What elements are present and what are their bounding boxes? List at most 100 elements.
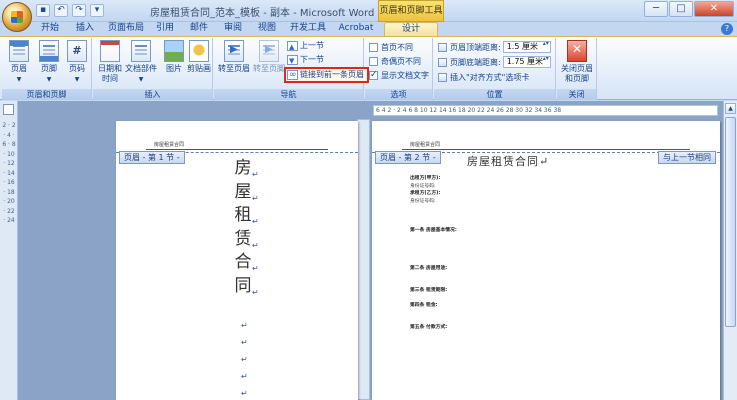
vertical-ruler: 2 · 2 · 4 · 6 · 8 · 10 · 12 · 14 · 16 · … [0, 101, 18, 400]
close-header-footer-button[interactable]: 关闭页眉和页脚 [560, 40, 594, 88]
ribbon-tabs: 开始 插入 页面布局 引用 邮件 审阅 视图 开发工具 Acrobat 设计 ? [0, 22, 737, 36]
vertical-scrollbar[interactable]: ▲ [723, 101, 737, 400]
header-icon [9, 40, 29, 62]
goto-footer-label: 转至页脚 [253, 64, 285, 73]
scroll-thumb[interactable] [725, 117, 736, 327]
footer-button-label: 页脚 [41, 64, 57, 73]
minimize-button[interactable]: ─ [644, 1, 668, 17]
horizontal-ruler[interactable]: 6 4 2 · 2 4 6 8 10 12 14 16 18 20 22 24 … [373, 105, 718, 116]
tab-acrobat[interactable]: Acrobat [336, 22, 376, 36]
body-line: 第三条 租赁期限: [410, 287, 448, 293]
clip-art-label: 剪贴画 [187, 64, 211, 73]
header-button-label: 页眉 [11, 64, 27, 73]
body-line: 第二条 房屋用途: [410, 265, 448, 271]
tab-developer[interactable]: 开发工具 [288, 22, 328, 36]
goto-footer-button[interactable]: 转至页脚 [252, 40, 286, 88]
link-to-previous-button[interactable]: 链接到前一条页眉 [284, 67, 369, 83]
title-char: 同 ↵ [234, 275, 259, 297]
footer-button[interactable]: 页脚 ▼ [34, 40, 64, 88]
page2-header-rule [402, 149, 690, 150]
checkbox-checked-icon [369, 69, 378, 82]
help-icon[interactable]: ? [721, 23, 733, 35]
page1-header-text[interactable]: 房屋租赁合同 [154, 141, 184, 148]
title-bar: ▪ ↶ ↷ ▾ 房屋租赁合同_范本_模板 - 副本 - Microsoft Wo… [0, 0, 737, 32]
group-position: 页眉顶端距离:1.5 厘米 页脚底端距离:1.75 厘米 插入"对齐方式"选项卡… [434, 38, 556, 100]
page-number-button[interactable]: # 页码 ▼ [62, 40, 92, 88]
page-number-icon: # [67, 40, 87, 62]
date-time-label-2: 时间 [102, 74, 118, 83]
qat-customize-icon[interactable]: ▾ [90, 4, 104, 17]
group-label-insert: 插入 [93, 89, 212, 100]
footer-bottom-input[interactable]: 1.75 厘米 [502, 56, 551, 68]
page1-header-section-tag: 页眉 - 第 1 节 - [119, 151, 185, 164]
office-button[interactable] [2, 2, 32, 32]
previous-icon [287, 41, 298, 53]
tab-insert[interactable]: 插入 [72, 22, 98, 36]
group-options: 首页不同 奇偶页不同 显示文档文字 选项 [365, 38, 433, 100]
quick-parts-label: 文档部件 [125, 64, 157, 73]
page1-empty-paragraphs: ↵ ↵ ↵ ↵ ↵ [241, 321, 248, 398]
page1-vertical-title[interactable]: 房 ↵ 屋 ↵ 租 ↵ 赁 ↵ 合 ↵ 同 ↵ [234, 157, 259, 298]
header-button[interactable]: 页眉 ▼ [4, 40, 34, 88]
footer-bottom-distance: 页脚底端距离: 1.75 厘米 [437, 56, 551, 69]
quick-parts-button[interactable]: 文档部件 ▼ [124, 40, 158, 88]
previous-section-button[interactable]: 上一节 [286, 40, 324, 53]
clip-art-button[interactable]: 剪贴画 [184, 40, 214, 88]
checkbox-icon [369, 43, 378, 52]
header-position-icon [438, 43, 447, 52]
tab-review[interactable]: 审阅 [220, 22, 246, 36]
body-line: 身份证号码: [410, 183, 436, 189]
different-odd-even-checkbox[interactable]: 奇偶页不同 [368, 55, 421, 68]
ruler-tab-selector[interactable] [3, 104, 14, 115]
window-title: 房屋租赁合同_范本_模板 - 副本 - Microsoft Word [150, 8, 375, 19]
page2-body-text[interactable]: 出租方(甲方): 身份证号码: 承租方(乙方): 身份证号码: 第一条 房屋基本… [410, 175, 590, 331]
close-icon [567, 40, 587, 62]
insert-align-tab-button[interactable]: 插入"对齐方式"选项卡 [437, 71, 529, 84]
vertical-ruler-numbers: 2 · 2 · 4 · 6 · 8 · 10 · 12 · 14 · 16 · … [2, 122, 16, 224]
scroll-up-arrow-icon[interactable]: ▲ [725, 103, 736, 114]
undo-icon[interactable]: ↶ [54, 4, 68, 17]
footer-icon [39, 40, 59, 62]
date-time-label-1: 日期和 [98, 64, 122, 73]
page2-header-text[interactable]: 房屋租赁合同 [410, 141, 440, 148]
tab-home[interactable]: 开始 [35, 22, 65, 36]
group-label-navigation: 导航 [214, 89, 363, 100]
goto-header-label: 转至页眉 [218, 64, 250, 73]
window-controls: ─ □ ✕ [644, 1, 734, 17]
tab-view[interactable]: 视图 [254, 22, 280, 36]
document-area: 2 · 2 · 4 · 6 · 8 · 10 · 12 · 14 · 16 · … [0, 101, 737, 400]
next-section-button[interactable]: 下一节 [286, 54, 324, 67]
vertical-ruler-page2 [357, 119, 370, 400]
title-char: 合 ↵ [234, 252, 259, 273]
body-line: 身份证号码: [410, 198, 436, 204]
tab-page-layout[interactable]: 页面布局 [106, 22, 146, 36]
group-close: 关闭页眉和页脚 关闭 [557, 38, 597, 100]
goto-header-button[interactable]: 转至页眉 [217, 40, 251, 88]
header-top-input[interactable]: 1.5 厘米 [502, 41, 551, 53]
group-label-header-footer: 页眉和页脚 [2, 89, 91, 100]
picture-icon [164, 40, 184, 62]
show-document-text-checkbox[interactable]: 显示文档文字 [368, 69, 429, 82]
page2-header-section-tag: 页眉 - 第 2 节 - [375, 151, 441, 164]
maximize-button[interactable]: □ [669, 1, 693, 17]
goto-header-icon [224, 40, 244, 62]
body-line: 承租方(乙方): [410, 191, 441, 197]
page-1[interactable]: 房屋租赁合同 页眉 - 第 1 节 - 房 ↵ 屋 ↵ 租 ↵ 赁 ↵ 合 ↵ 同 ↵ ↵ ↵… [116, 121, 358, 400]
save-icon[interactable]: ▪ [36, 4, 50, 17]
link-icon [287, 69, 298, 81]
redo-icon[interactable]: ↷ [72, 4, 86, 17]
tab-references[interactable]: 引用 [152, 22, 178, 36]
tab-mailings[interactable]: 邮件 [186, 22, 212, 36]
different-first-page-checkbox[interactable]: 首页不同 [368, 41, 413, 54]
page2-title[interactable]: 房屋租赁合同↵ [467, 153, 549, 169]
header-top-distance: 页眉顶端距离: 1.5 厘米 [437, 41, 551, 54]
footer-bottom-label: 页脚底端距离: [450, 58, 501, 67]
date-time-button[interactable]: 日期和 时间 [95, 40, 125, 88]
close-window-button[interactable]: ✕ [694, 1, 734, 17]
page-2[interactable]: 房屋租赁合同 页眉 - 第 2 节 - 与上一节相同 房屋租赁合同↵ 出租方(甲… [372, 121, 720, 400]
next-section-label: 下一节 [300, 55, 324, 64]
body-line: 出租方(甲方): [410, 176, 441, 181]
tab-design[interactable]: 设计 [384, 22, 438, 36]
